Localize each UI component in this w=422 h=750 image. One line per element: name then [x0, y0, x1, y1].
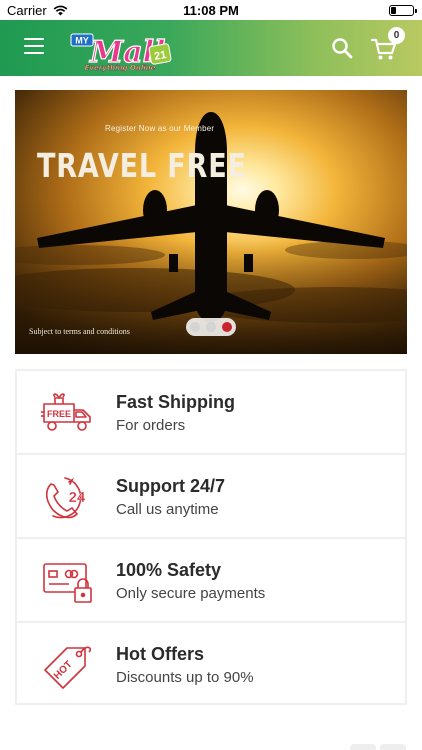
battery-level — [391, 7, 396, 14]
battery-icon — [389, 5, 417, 16]
feature-title: Fast Shipping — [116, 392, 235, 412]
logo-tagline: Everything Online — [85, 64, 156, 72]
bottom-handle-right — [380, 744, 406, 750]
feature-hot-offers: HOT Hot Offers Discounts up to 90% — [17, 623, 405, 707]
banner-small-text: Register Now as our Member — [105, 124, 215, 133]
feature-subtitle: Call us anytime — [116, 501, 219, 518]
feature-subtitle: Only secure payments — [116, 585, 266, 602]
mymall21-logo: MY Mall 21 Everything Online — [70, 33, 172, 72]
feature-support: 24 Support 24/7 Call us anytime — [17, 455, 405, 539]
feature-title: Hot Offers — [116, 644, 205, 664]
status-time: 11:08 PM — [183, 3, 239, 18]
features-list: FREE Fast Shipping For orders 24 Support… — [15, 369, 407, 705]
carousel-dot-3[interactable] — [222, 322, 232, 332]
feature-title: 100% Safety — [116, 560, 222, 580]
status-bar: Carrier 11:08 PM — [0, 0, 422, 20]
feature-icon-text: HOT — [52, 659, 75, 682]
carousel-dot-2[interactable] — [206, 322, 216, 332]
promo-banner[interactable]: Register Now as our Member TRAVEL FREE S… — [15, 90, 407, 354]
hamburger-menu-icon[interactable] — [24, 38, 44, 56]
cart-count-badge: 0 — [388, 27, 405, 44]
feature-subtitle: For orders — [116, 417, 186, 434]
search-icon[interactable] — [330, 36, 354, 60]
support-24-phone-icon: 24 — [45, 477, 86, 519]
logo-my-text: MY — [75, 36, 89, 46]
carousel-dot-1[interactable] — [190, 322, 200, 332]
feature-title: Support 24/7 — [116, 476, 226, 496]
hot-offer-tag-icon: HOT — [44, 646, 92, 689]
feature-icon-text: 24 — [69, 489, 86, 506]
feature-fast-shipping: FREE Fast Shipping For orders — [17, 371, 405, 455]
feature-subtitle: Discounts up to 90% — [116, 669, 254, 686]
feature-safety: 100% Safety Only secure payments — [17, 539, 405, 623]
logo-badge-text: 21 — [153, 49, 167, 63]
app-header: MY Mall 21 Everything Online 0 — [0, 20, 422, 76]
carousel-indicator — [186, 318, 236, 336]
feature-icon-text: FREE — [47, 409, 71, 419]
free-delivery-truck-icon: FREE — [41, 393, 91, 431]
banner-terms: Subject to terms and conditions — [29, 327, 130, 336]
secure-card-lock-icon — [43, 563, 92, 603]
bottom-handle-left — [350, 744, 376, 750]
banner-title: TRAVEL FREE — [37, 146, 247, 185]
